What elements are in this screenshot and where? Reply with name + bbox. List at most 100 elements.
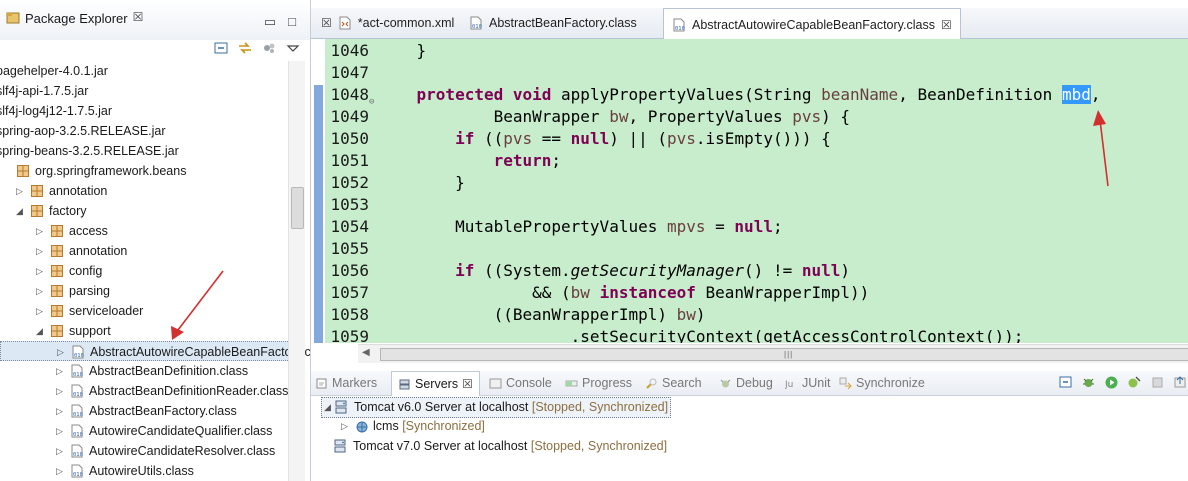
editor-tab[interactable]: 010 AbstractAutowireCapableBeanFactory.cl… xyxy=(663,8,961,40)
server-item[interactable]: Tomcat v7.0 Server at localhost [Stopped… xyxy=(321,437,669,456)
expand-toggle-icon[interactable]: ▷ xyxy=(56,407,64,416)
stop-server-icon[interactable] xyxy=(1150,375,1165,390)
profile-server-icon[interactable] xyxy=(1127,375,1142,390)
collapse-all-icon[interactable] xyxy=(214,42,228,54)
view-tab[interactable]: Synchronize xyxy=(839,371,925,395)
expand-toggle-icon[interactable]: ▷ xyxy=(56,447,64,456)
focus-on-active-task-icon[interactable] xyxy=(262,42,276,54)
tree-item[interactable]: spring-beans-3.2.5.RELEASE.jar xyxy=(0,141,290,161)
server-item[interactable]: ◢ Tomcat v6.0 Server at localhost [Stoppe… xyxy=(321,397,672,418)
expand-toggle-icon[interactable]: ▷ xyxy=(36,267,44,276)
code-token: MutablePropertyValues xyxy=(378,217,667,236)
tree-item[interactable]: ◢ support xyxy=(0,321,290,341)
tree-item[interactable]: ▷ annotation xyxy=(0,241,290,261)
class-file-icon: 010 xyxy=(71,404,83,418)
view-tab[interactable]: Servers ☒ xyxy=(391,371,480,396)
tree-item[interactable]: ▷ 010 AbstractBeanFactory.class xyxy=(0,401,290,421)
tree-item[interactable]: slf4j-log4j12-1.7.5.jar xyxy=(0,101,290,121)
view-tab[interactable]: Search xyxy=(645,371,702,395)
tree-item-label: config xyxy=(69,264,103,278)
scrollbar-thumb[interactable]: ||| xyxy=(380,348,1188,361)
code-editor[interactable]: 1046 } 1047 1048 ⊖ protected void applyProp… xyxy=(311,39,1188,343)
package-explorer-scrollbar[interactable] xyxy=(288,61,305,481)
expand-toggle-icon[interactable]: ▷ xyxy=(56,467,64,476)
expand-toggle-icon[interactable]: ◢ xyxy=(16,207,24,216)
close-icon[interactable]: ☒ xyxy=(133,10,144,24)
code-token: ; xyxy=(551,151,562,170)
tree-item[interactable]: spring-aop-3.2.5.RELEASE.jar xyxy=(0,121,290,141)
expand-toggle-icon[interactable]: ▷ xyxy=(36,247,44,256)
package-icon xyxy=(51,245,63,257)
svg-text:010: 010 xyxy=(675,26,685,32)
publish-icon[interactable] xyxy=(1173,375,1188,390)
close-icon[interactable]: ☒ xyxy=(462,377,473,391)
class-file-icon: 010 xyxy=(71,384,83,398)
editor-tab[interactable]: 010 AbstractBeanFactory.class xyxy=(461,8,645,38)
code-token: ((System. xyxy=(474,261,571,280)
package-icon xyxy=(51,285,63,297)
expand-toggle-icon[interactable]: ▷ xyxy=(36,287,44,296)
scrollbar-thumb[interactable] xyxy=(291,187,304,229)
svg-text:010: 010 xyxy=(73,472,83,478)
tree-item[interactable]: ▷ 010 AutowireUtils.class xyxy=(0,461,290,481)
view-tab[interactable]: Ju JUnit xyxy=(785,371,830,395)
start-server-icon[interactable] xyxy=(1104,375,1119,390)
maximize-icon[interactable]: □ xyxy=(288,14,296,30)
code-token: , xyxy=(1090,85,1101,104)
expand-toggle-icon[interactable]: ◢ xyxy=(324,398,331,417)
editor-horizontal-scrollbar[interactable]: ◀ ||| xyxy=(358,344,1188,363)
svg-text:010: 010 xyxy=(73,412,83,418)
xml-file-icon xyxy=(339,16,351,30)
tree-item-label: AutowireCandidateQualifier.class xyxy=(89,424,273,438)
tree-item[interactable]: ▷ config xyxy=(0,261,290,281)
view-tab[interactable]: Progress xyxy=(565,371,632,395)
code-token: pvs xyxy=(792,107,822,126)
minimize-icon[interactable]: ▭ xyxy=(264,14,276,30)
expand-toggle-icon[interactable]: ▷ xyxy=(341,417,348,436)
tree-item[interactable]: ▷ annotation xyxy=(0,181,290,201)
expand-toggle-icon[interactable]: ▷ xyxy=(56,387,64,396)
close-icon[interactable]: ☒ xyxy=(941,18,952,32)
tree-item[interactable]: ▷ 010 AbstractAutowireCapableBeanFactory.c… xyxy=(0,341,310,361)
tree-item[interactable]: slf4j-api-1.7.5.jar xyxy=(0,81,290,101)
expand-toggle-icon[interactable]: ▷ xyxy=(56,367,64,376)
link-with-editor-icon[interactable] xyxy=(238,42,252,54)
expand-toggle-icon[interactable]: ▷ xyxy=(36,227,44,236)
tree-item[interactable]: ▷ parsing xyxy=(0,281,290,301)
class-file-icon: 010 xyxy=(71,424,83,438)
view-tab[interactable]: Debug xyxy=(719,371,773,395)
tree-item[interactable]: ▷ serviceloader xyxy=(0,301,290,321)
tree-item[interactable]: org.springframework.beans xyxy=(0,161,290,181)
line-number: 1056 xyxy=(330,261,369,280)
scroll-left-icon[interactable]: ◀ xyxy=(362,347,370,358)
expand-toggle-icon[interactable]: ▷ xyxy=(57,348,65,357)
package-explorer-icon xyxy=(6,12,20,24)
tree-item-label: access xyxy=(69,224,108,238)
package-explorer-tab[interactable]: Package Explorer ☒ xyxy=(0,8,153,40)
close-icon[interactable]: ☒ xyxy=(321,16,332,30)
view-tab[interactable]: Markers xyxy=(315,371,377,395)
editor-tab-label: *act-common.xml xyxy=(357,16,455,30)
editor-tab[interactable]: ☒ *act-common.xml xyxy=(313,8,462,38)
view-tab-label: Search xyxy=(662,376,702,390)
tree-item[interactable]: ◢ factory xyxy=(0,201,290,221)
collapse-all-icon[interactable] xyxy=(1058,375,1073,390)
tree-item[interactable]: ▷ 010 AbstractBeanDefinitionReader.class xyxy=(0,381,290,401)
debug-server-icon[interactable] xyxy=(1081,375,1096,390)
svg-text:010: 010 xyxy=(472,24,482,30)
expand-toggle-icon[interactable]: ▷ xyxy=(16,187,24,196)
fold-toggle-icon[interactable]: ⊖ xyxy=(369,91,374,113)
tree-item[interactable]: ▷ 010 AutowireCandidateResolver.class xyxy=(0,441,290,461)
expand-toggle-icon[interactable]: ◢ xyxy=(36,327,44,336)
tree-item-label: AbstractBeanFactory.class xyxy=(89,404,237,418)
view-tab[interactable]: Console xyxy=(489,371,552,395)
expand-toggle-icon[interactable]: ▷ xyxy=(56,427,64,436)
tree-item[interactable]: ▷ 010 AbstractBeanDefinition.class xyxy=(0,361,290,381)
tree-item[interactable]: ▷ 010 AutowireCandidateQualifier.class xyxy=(0,421,290,441)
expand-toggle-icon[interactable]: ▷ xyxy=(36,307,44,316)
view-menu-icon[interactable] xyxy=(286,42,300,54)
editor-tab-bar: ☒ *act-common.xml 010 AbstractBeanFactory.c… xyxy=(311,8,1188,40)
server-module-item[interactable]: ▷ lcms [Synchronized] xyxy=(339,417,487,436)
tree-item[interactable]: ▷ access xyxy=(0,221,290,241)
tree-item[interactable]: pagehelper-4.0.1.jar xyxy=(0,61,290,81)
